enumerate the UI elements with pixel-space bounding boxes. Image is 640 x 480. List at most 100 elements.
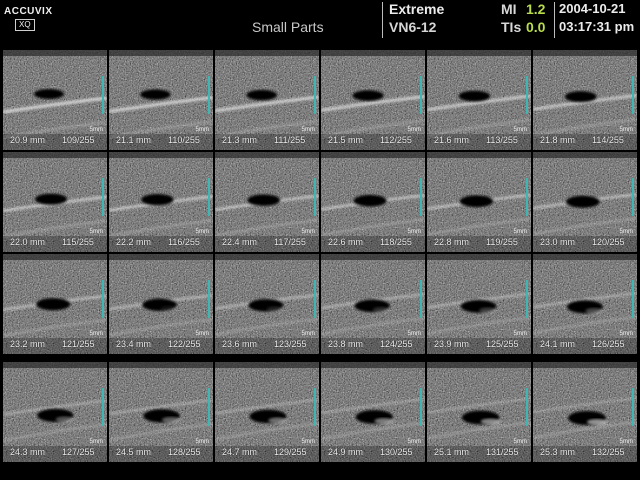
ultrasound-frame[interactable]: 5mm 21.5 mm 112/255 xyxy=(321,50,425,150)
scale-label: 5mm xyxy=(195,127,209,133)
ultrasound-frame[interactable]: 5mm 22.2 mm 116/255 xyxy=(109,152,213,252)
depth-label: 24.3 mm xyxy=(10,447,46,457)
scale-bar xyxy=(314,388,316,426)
ultrasound-frame[interactable]: 5mm 24.5 mm 128/255 xyxy=(109,362,213,462)
ultrasound-frame[interactable]: 5mm 24.9 mm 130/255 xyxy=(321,362,425,462)
ultrasound-frame[interactable]: 5mm 24.1 mm 126/255 xyxy=(533,254,637,354)
scale-label: 5mm xyxy=(195,331,209,337)
frame-counter: 130/255 xyxy=(380,447,413,457)
ultrasound-frame[interactable]: 5mm 25.1 mm 131/255 xyxy=(427,362,531,462)
frame-counter: 129/255 xyxy=(274,447,307,457)
frame-counter: 119/255 xyxy=(486,237,518,247)
depth-label: 23.4 mm xyxy=(116,339,152,349)
frame-counter: 125/255 xyxy=(486,339,519,349)
scale-bar xyxy=(102,76,104,114)
depth-label: 24.5 mm xyxy=(116,447,152,457)
scale-bar xyxy=(314,76,316,114)
ultrasound-frame[interactable]: 5mm 21.8 mm 114/255 xyxy=(533,50,637,150)
depth-label: 25.3 mm xyxy=(540,447,576,457)
ultrasound-frame[interactable]: 5mm 25.3 mm 132/255 xyxy=(533,362,637,462)
ultrasound-frame[interactable]: 5mm 21.1 mm 110/255 xyxy=(109,50,213,150)
scale-label: 5mm xyxy=(89,229,103,235)
ultrasound-frame[interactable]: 5mm 20.9 mm 109/255 xyxy=(3,50,107,150)
frame-counter: 123/255 xyxy=(274,339,307,349)
depth-label: 23.9 mm xyxy=(434,339,470,349)
frame-counter: 128/255 xyxy=(168,447,201,457)
scale-label: 5mm xyxy=(407,439,421,445)
scale-label: 5mm xyxy=(195,229,209,235)
scale-bar xyxy=(208,76,210,114)
scale-label: 5mm xyxy=(513,439,527,445)
depth-label: 20.9 mm xyxy=(10,135,46,145)
depth-label: 21.8 mm xyxy=(540,135,576,145)
ultrasound-frame[interactable]: 5mm 24.7 mm 129/255 xyxy=(215,362,319,462)
scale-label: 5mm xyxy=(407,127,421,133)
scale-label: 5mm xyxy=(407,331,421,337)
scale-label: 5mm xyxy=(513,127,527,133)
application-mode: Small Parts xyxy=(252,19,324,35)
mi-label: MI xyxy=(501,1,517,17)
ultrasound-frame[interactable]: 5mm 22.8 mm 119/255 xyxy=(427,152,531,252)
ultrasound-frame[interactable]: 5mm 22.4 mm 117/255 xyxy=(215,152,319,252)
scale-label: 5mm xyxy=(619,229,633,235)
ultrasound-frame[interactable]: 5mm 22.0 mm 115/255 xyxy=(3,152,107,252)
frame-counter: 122/255 xyxy=(168,339,201,349)
ultrasound-frame[interactable]: 5mm 23.6 mm 123/255 xyxy=(215,254,319,354)
scale-bar xyxy=(632,178,634,216)
scale-bar xyxy=(632,280,634,318)
scale-bar xyxy=(420,76,422,114)
ultrasound-frame[interactable]: 5mm 21.3 mm 111/255 xyxy=(215,50,319,150)
depth-label: 21.6 mm xyxy=(434,135,470,145)
frame-counter: 118/255 xyxy=(380,237,412,247)
scale-bar xyxy=(420,178,422,216)
frame-counter: 115/255 xyxy=(62,237,94,247)
scale-bar xyxy=(526,388,528,426)
depth-label: 21.3 mm xyxy=(222,135,258,145)
ultrasound-frame[interactable]: 5mm 22.6 mm 118/255 xyxy=(321,152,425,252)
ultrasound-frame[interactable]: 5mm 23.4 mm 122/255 xyxy=(109,254,213,354)
ultrasound-frame[interactable]: 5mm 21.6 mm 113/255 xyxy=(427,50,531,150)
ultrasound-frame[interactable]: 5mm 23.9 mm 125/255 xyxy=(427,254,531,354)
depth-label: 23.2 mm xyxy=(10,339,46,349)
scale-label: 5mm xyxy=(513,331,527,337)
ultrasound-frame[interactable]: 5mm 23.2 mm 121/255 xyxy=(3,254,107,354)
frame-counter: 132/255 xyxy=(592,447,625,457)
header-divider xyxy=(554,2,555,38)
tis-value: 0.0 xyxy=(526,19,546,35)
brand-logo: ACCUVIX xyxy=(4,6,53,17)
probe-name: VN6-12 xyxy=(389,19,437,35)
scale-bar xyxy=(420,280,422,318)
frame-counter: 121/255 xyxy=(62,339,95,349)
scale-bar xyxy=(314,178,316,216)
frame-counter: 109/255 xyxy=(62,135,95,145)
scale-label: 5mm xyxy=(301,331,315,337)
frame-counter: 127/255 xyxy=(62,447,95,457)
depth-label: 24.7 mm xyxy=(222,447,258,457)
frame-counter: 112/255 xyxy=(380,135,412,145)
preset-name: Extreme xyxy=(389,1,445,17)
ultrasound-frame[interactable]: 5mm 24.3 mm 127/255 xyxy=(3,362,107,462)
frame-counter: 111/255 xyxy=(274,135,306,145)
depth-label: 23.6 mm xyxy=(222,339,258,349)
scale-bar xyxy=(208,178,210,216)
brand-logo-sub: XQ xyxy=(15,19,35,31)
depth-label: 23.8 mm xyxy=(328,339,364,349)
scale-label: 5mm xyxy=(89,439,103,445)
depth-label: 24.9 mm xyxy=(328,447,364,457)
frame-counter: 120/255 xyxy=(592,237,625,247)
scale-bar xyxy=(526,280,528,318)
ultrasound-frame[interactable]: 5mm 23.0 mm 120/255 xyxy=(533,152,637,252)
scale-bar xyxy=(526,76,528,114)
scale-label: 5mm xyxy=(89,127,103,133)
scale-label: 5mm xyxy=(619,439,633,445)
depth-label: 21.5 mm xyxy=(328,135,364,145)
frame-grid: 5mm 20.9 mm 109/255 5mm 21.1 mm 110/255 xyxy=(0,44,640,474)
scale-label: 5mm xyxy=(301,229,315,235)
depth-label: 22.2 mm xyxy=(116,237,152,247)
scale-label: 5mm xyxy=(301,127,315,133)
frame-counter: 124/255 xyxy=(380,339,413,349)
ultrasound-frame[interactable]: 5mm 23.8 mm 124/255 xyxy=(321,254,425,354)
frame-counter: 110/255 xyxy=(168,135,200,145)
depth-label: 23.0 mm xyxy=(540,237,576,247)
tis-label: TIs xyxy=(501,19,522,35)
